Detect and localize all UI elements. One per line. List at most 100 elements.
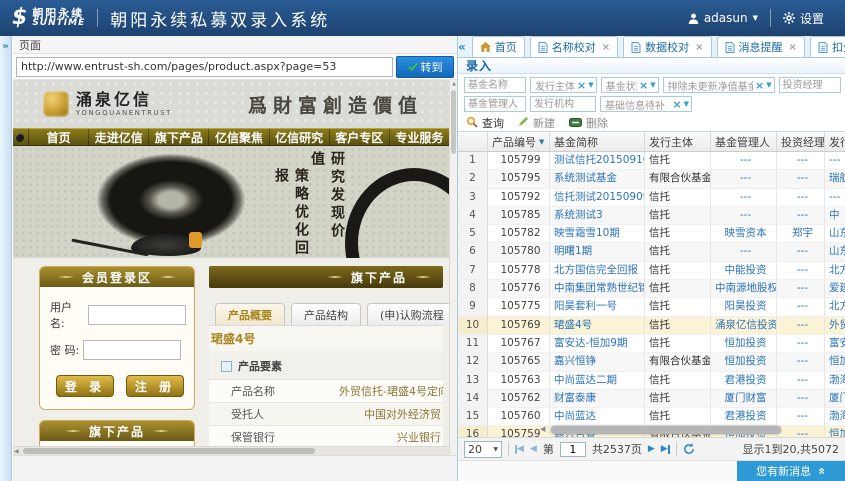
- filter-combo[interactable]: 基金状态×▼: [601, 77, 659, 93]
- url-input[interactable]: [16, 57, 393, 77]
- page-size-select[interactable]: 20 ▼: [464, 441, 502, 458]
- site-nav-item[interactable]: 首页: [28, 129, 88, 146]
- settings-button[interactable]: 设置: [783, 10, 843, 27]
- combo-caret-icon[interactable]: ▼: [588, 82, 593, 89]
- go-button[interactable]: 转到: [396, 56, 454, 78]
- table-row[interactable]: 12105765嘉兴恒铮有限合伙基金恒加投资---恒加: [458, 353, 845, 371]
- column-header[interactable]: 投资经理: [777, 132, 825, 151]
- site-vscroll-thumb[interactable]: [451, 90, 456, 154]
- cell-name[interactable]: 测试信托20150910: [550, 152, 645, 169]
- workspace-tab[interactable]: 首页: [472, 36, 525, 57]
- table-row[interactable]: 6105780明曙1期信托------山东: [458, 243, 845, 261]
- reload-icon[interactable]: [683, 443, 695, 455]
- workspace-tab[interactable]: 数据校对×: [623, 36, 711, 57]
- cell-name[interactable]: 中尚蓝达: [550, 408, 645, 425]
- column-header[interactable]: 发行机构: [825, 132, 845, 151]
- table-row[interactable]: 11105767富安达-恒加9期信托恒加投资---富安: [458, 335, 845, 353]
- site-hscroll-thumb[interactable]: [23, 448, 315, 454]
- toolbar-del-button[interactable]: 删除: [569, 115, 608, 131]
- last-page-button[interactable]: ▶: [661, 444, 670, 454]
- prev-page-button[interactable]: ◀: [530, 444, 537, 454]
- workspace-tab[interactable]: 名称校对×: [530, 36, 618, 57]
- table-row[interactable]: 7105778北方国信完全回报信托中能投资---北方: [458, 262, 845, 280]
- login-button[interactable]: 登 录: [56, 375, 114, 397]
- site-nav-item[interactable]: 客户专区: [329, 129, 389, 146]
- filter-combo[interactable]: 排除未更新净值基金×▼: [663, 77, 775, 93]
- collapse-left-icon[interactable]: «: [458, 36, 466, 57]
- table-row[interactable]: 9105775阳昊套利一号信托阳昊投资---北方: [458, 298, 845, 316]
- register-button[interactable]: 注 册: [126, 375, 184, 397]
- filter-combo[interactable]: 发行主体×▼: [530, 77, 597, 93]
- filter-combo[interactable]: 基础信息待补×▼: [600, 96, 692, 112]
- grid-hscroll-thumb[interactable]: [551, 426, 781, 434]
- cell-name[interactable]: 系统测试基金: [550, 170, 645, 187]
- first-page-button[interactable]: ◀: [515, 444, 524, 454]
- table-row[interactable]: 8105776中南集团常熟世纪锦城信托中南源地股权投资---爱建: [458, 280, 845, 298]
- filter-input[interactable]: [464, 96, 526, 112]
- table-row[interactable]: 4105785系统测试3信托------中: [458, 207, 845, 225]
- toolbar-search-button[interactable]: 查询: [466, 115, 504, 131]
- site-nav-item[interactable]: 亿信研究: [269, 129, 329, 146]
- table-row[interactable]: 5105782映雪霜雪10期信托映雪资本郑宇山东: [458, 225, 845, 243]
- table-row[interactable]: 2105795系统测试基金有限合伙基金------瑞航: [458, 170, 845, 188]
- table-row[interactable]: 13105763中尚蓝达二期信托君港投资---渤海: [458, 372, 845, 390]
- password-field[interactable]: [83, 340, 181, 360]
- cell-name[interactable]: 富安达-恒加9期: [550, 335, 645, 352]
- combo-clear-icon[interactable]: ×: [672, 99, 681, 110]
- site-horizontal-scrollbar[interactable]: ◀: [13, 446, 449, 455]
- combo-caret-icon[interactable]: ▼: [650, 82, 655, 89]
- scroll-left-icon[interactable]: ◀: [14, 448, 19, 455]
- next-page-button[interactable]: ▶: [648, 444, 655, 454]
- new-message-bar[interactable]: 您有新消息 «: [737, 461, 845, 481]
- workspace-tab[interactable]: 扣分绩效统计×: [810, 36, 845, 57]
- cell-name[interactable]: 财富泰康: [550, 390, 645, 407]
- site-nav-item[interactable]: 亿信聚焦: [208, 129, 268, 146]
- cell-name[interactable]: 信托测试20150909: [550, 189, 645, 206]
- username-field[interactable]: [88, 305, 186, 325]
- section-checkbox[interactable]: [221, 361, 232, 372]
- filter-input[interactable]: [779, 77, 841, 93]
- cell-name[interactable]: 北方国信完全回报: [550, 262, 645, 279]
- grid-scroll-left-icon[interactable]: ◀: [540, 425, 545, 433]
- table-row[interactable]: 3105792信托测试20150909信托---------: [458, 189, 845, 207]
- page-number-input[interactable]: [560, 442, 586, 457]
- tab-close-icon[interactable]: ×: [602, 42, 610, 53]
- product-tab[interactable]: 产品概要: [215, 303, 285, 325]
- product-tab[interactable]: 产品结构: [291, 303, 361, 325]
- west-collapse-strip[interactable]: »: [0, 36, 12, 481]
- column-header[interactable]: 发行主体: [645, 132, 711, 151]
- scroll-up-icon[interactable]: ▲: [450, 81, 457, 87]
- toolbar-pencil-button[interactable]: 新建: [518, 115, 555, 131]
- cell-name[interactable]: 嘉兴恒铮: [550, 353, 645, 370]
- table-row[interactable]: 15105760中尚蓝达信托君港投资---渤海: [458, 408, 845, 426]
- table-row[interactable]: 14105762财富泰康信托厦门财富---厦门: [458, 390, 845, 408]
- user-menu[interactable]: adasun ▼: [688, 11, 758, 25]
- cell-name[interactable]: 中南集团常熟世纪锦城: [550, 280, 645, 297]
- cell-name[interactable]: 系统测试3: [550, 207, 645, 224]
- filter-input[interactable]: [464, 77, 526, 93]
- site-vertical-scrollbar[interactable]: ▲: [449, 80, 457, 455]
- combo-clear-icon[interactable]: ×: [755, 80, 764, 91]
- site-logo[interactable]: 涌泉亿信 YONGQUANENTRUST: [43, 91, 172, 117]
- column-header[interactable]: 产品编号▼: [488, 132, 550, 151]
- filter-input[interactable]: [530, 96, 596, 112]
- site-nav-item[interactable]: 专业服务: [389, 129, 449, 146]
- workspace-tab[interactable]: 消息提醒×: [717, 36, 805, 57]
- cell-name[interactable]: 阳昊套利一号: [550, 298, 645, 315]
- table-row[interactable]: 1105799测试信托20150910信托---------: [458, 152, 845, 170]
- cell-name[interactable]: 珺盛4号: [550, 317, 645, 334]
- product-tab[interactable]: (申)认购流程: [367, 303, 449, 325]
- site-nav-item[interactable]: 走进亿信: [88, 129, 148, 146]
- combo-clear-icon[interactable]: ×: [577, 80, 586, 91]
- column-header[interactable]: 基金简称: [550, 132, 645, 151]
- tab-close-icon[interactable]: ×: [789, 42, 797, 53]
- table-row[interactable]: 10105769珺盛4号信托涌泉亿信投资---外贸: [458, 317, 845, 335]
- tab-close-icon[interactable]: ×: [695, 42, 703, 53]
- combo-caret-icon[interactable]: ▼: [766, 82, 771, 89]
- column-header[interactable]: 基金管理人: [711, 132, 777, 151]
- cell-name[interactable]: 映雪霜雪10期: [550, 225, 645, 242]
- site-nav-item[interactable]: 旗下产品: [148, 129, 208, 146]
- cell-name[interactable]: 中尚蓝达二期: [550, 372, 645, 389]
- combo-clear-icon[interactable]: ×: [639, 80, 648, 91]
- combo-caret-icon[interactable]: ▼: [684, 101, 689, 108]
